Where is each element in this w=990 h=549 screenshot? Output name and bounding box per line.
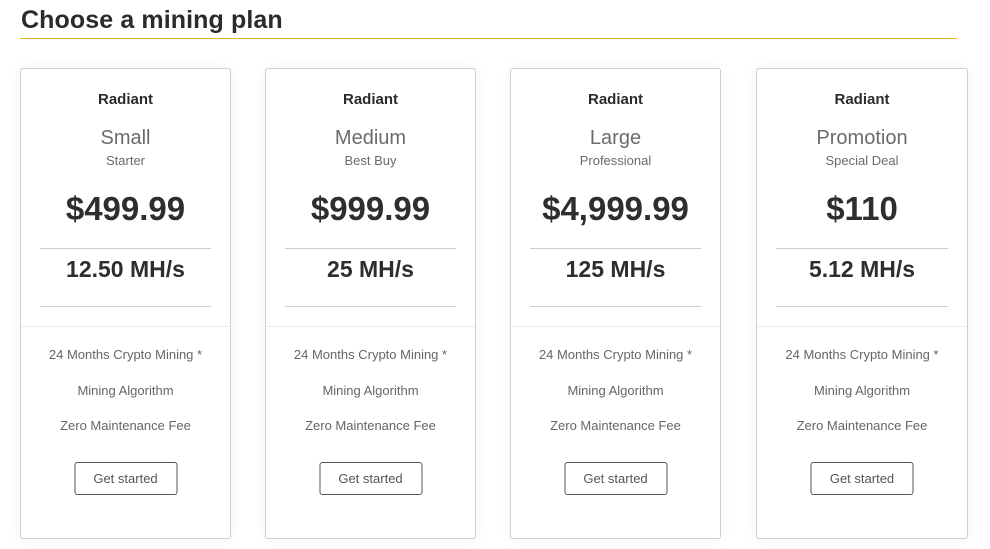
divider	[530, 306, 701, 307]
plan-tagline: Starter	[105, 153, 145, 168]
plan-name: Small	[100, 127, 151, 149]
section-divider	[511, 326, 720, 327]
plan-price: $4,999.99	[542, 190, 689, 227]
title-underline	[20, 38, 957, 39]
plan-hashrate: 5.12 MH/s	[808, 256, 916, 282]
plan-card-small: Radiant Small Starter $499.99 12.50 MH/s…	[20, 68, 231, 539]
feature-item: Zero Maintenance Fee	[796, 418, 928, 433]
divider	[530, 248, 701, 249]
plan-hashrate: 125 MH/s	[565, 256, 666, 282]
section-divider	[266, 326, 475, 327]
plan-brand: Radiant	[342, 91, 398, 108]
divider	[776, 248, 948, 249]
plan-name: Medium	[334, 127, 407, 149]
divider	[40, 306, 211, 307]
section-divider	[21, 326, 230, 327]
plan-brand: Radiant	[587, 91, 643, 108]
feature-item: 24 Months Crypto Mining *	[538, 347, 693, 362]
plan-tagline: Best Buy	[344, 153, 397, 168]
feature-item: Zero Maintenance Fee	[305, 418, 436, 433]
get-started-button[interactable]: Get started	[319, 462, 422, 495]
feature-item: Mining Algorithm	[567, 383, 664, 398]
plan-hashrate: 25 MH/s	[327, 256, 414, 282]
get-started-button[interactable]: Get started	[564, 462, 667, 495]
page-title: Choose a mining plan	[21, 6, 283, 34]
plan-price: $499.99	[65, 190, 186, 227]
feature-item: 24 Months Crypto Mining *	[785, 347, 939, 362]
plan-tagline: Professional	[579, 153, 652, 168]
divider	[285, 248, 456, 249]
plan-price: $110	[826, 190, 898, 227]
plan-brand: Radiant	[834, 91, 890, 108]
feature-item: Zero Maintenance Fee	[550, 418, 681, 433]
feature-item: Mining Algorithm	[813, 383, 911, 398]
plan-card-large: Radiant Large Professional $4,999.99 125…	[510, 68, 721, 539]
plan-name: Large	[589, 127, 642, 149]
divider	[40, 248, 211, 249]
section-divider	[757, 326, 967, 327]
get-started-button[interactable]: Get started	[810, 462, 914, 495]
feature-item: 24 Months Crypto Mining *	[48, 347, 203, 362]
plan-name: Promotion	[816, 127, 908, 149]
feature-item: 24 Months Crypto Mining *	[293, 347, 448, 362]
plan-card-promotion: Radiant Promotion Special Deal $110 5.12…	[756, 68, 968, 539]
plan-card-medium: Radiant Medium Best Buy $999.99 25 MH/s …	[265, 68, 476, 539]
plan-tagline: Special Deal	[825, 153, 899, 168]
get-started-button[interactable]: Get started	[74, 462, 177, 495]
plan-brand: Radiant	[97, 91, 153, 108]
feature-item: Mining Algorithm	[322, 383, 419, 398]
feature-item: Zero Maintenance Fee	[60, 418, 191, 433]
feature-item: Mining Algorithm	[77, 383, 174, 398]
divider	[285, 306, 456, 307]
plan-price: $999.99	[310, 190, 431, 227]
divider	[776, 306, 948, 307]
plan-hashrate: 12.50 MH/s	[66, 256, 185, 282]
